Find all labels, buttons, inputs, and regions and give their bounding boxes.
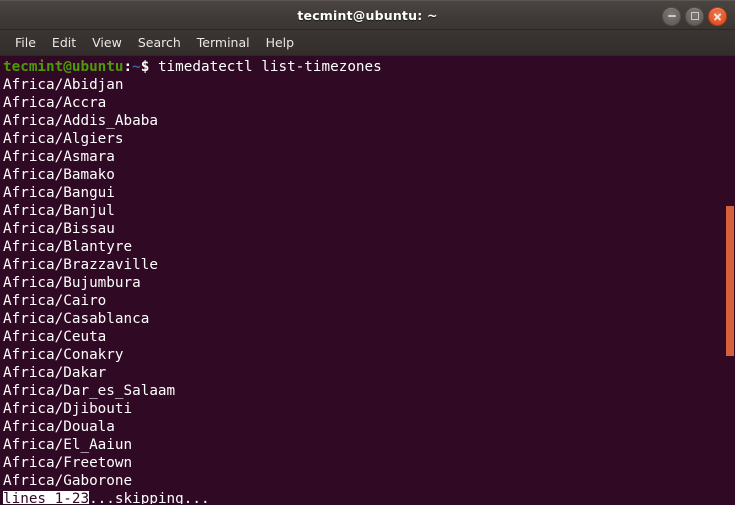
timezone-list-item: Africa/Djibouti — [3, 401, 133, 417]
prompt-path: ~ — [132, 59, 141, 75]
timezone-list-item: Africa/Brazzaville — [3, 257, 158, 273]
menu-item-file[interactable]: File — [7, 33, 44, 53]
pager-line-range: lines 1-23 — [3, 491, 90, 504]
timezone-list: Africa/Abidjan Africa/Accra Africa/Addis_A… — [3, 76, 735, 490]
minimize-icon — [667, 15, 676, 17]
menu-item-edit[interactable]: Edit — [44, 33, 84, 53]
terminal-window: tecmint@ubuntu: ~ File Edit View Search … — [0, 0, 735, 505]
timezone-list-item: Africa/Conakry — [3, 347, 124, 363]
menu-item-terminal[interactable]: Terminal — [189, 33, 258, 53]
window-controls — [662, 1, 727, 31]
timezone-list-item: Africa/Dakar — [3, 365, 107, 381]
window-title: tecmint@ubuntu: ~ — [297, 7, 438, 23]
menu-item-help[interactable]: Help — [258, 33, 303, 53]
timezone-list-item: Africa/Cairo — [3, 293, 107, 309]
terminal-scrollbar-track[interactable] — [725, 56, 735, 504]
timezone-list-item: Africa/Banjul — [3, 203, 115, 219]
timezone-list-item: Africa/Freetown — [3, 455, 133, 471]
timezone-list-item: Africa/Bissau — [3, 221, 115, 237]
prompt-user-host: tecmint@ubuntu — [3, 59, 124, 75]
timezone-list-item: Africa/Blantyre — [3, 239, 133, 255]
timezone-list-item: Africa/Accra — [3, 95, 107, 111]
pager-status-line: lines 1-23...skipping... — [3, 490, 735, 504]
timezone-list-item: Africa/El_Aaiun — [3, 437, 133, 453]
menu-item-view[interactable]: View — [84, 33, 130, 53]
window-titlebar[interactable]: tecmint@ubuntu: ~ — [0, 0, 735, 30]
timezone-list-item: Africa/Casablanca — [3, 311, 150, 327]
terminal-command: timedatectl list-timezones — [149, 59, 382, 75]
timezone-list-item: Africa/Ceuta — [3, 329, 107, 345]
timezone-list-item: Africa/Abidjan — [3, 77, 124, 93]
timezone-list-item: Africa/Algiers — [3, 131, 124, 147]
maximize-icon — [690, 12, 699, 20]
timezone-list-item: Africa/Gaborone — [3, 473, 133, 489]
timezone-list-item: Africa/Bujumbura — [3, 275, 141, 291]
menu-bar: File Edit View Search Terminal Help — [0, 30, 735, 56]
terminal-prompt-line: tecmint@ubuntu:~$ timedatectl list-timez… — [3, 58, 735, 76]
prompt-colon: : — [123, 59, 133, 75]
terminal-output-area[interactable]: tecmint@ubuntu:~$ timedatectl list-timez… — [0, 56, 735, 504]
timezone-list-item: Africa/Addis_Ababa — [3, 113, 158, 129]
timezone-list-item: Africa/Bangui — [3, 185, 115, 201]
timezone-list-item: Africa/Douala — [3, 419, 115, 435]
terminal-scrollbar-thumb[interactable] — [726, 206, 734, 356]
minimize-button[interactable] — [662, 6, 681, 26]
timezone-list-item: Africa/Asmara — [3, 149, 115, 165]
timezone-list-item: Africa/Dar_es_Salaam — [3, 383, 176, 399]
timezone-list-item: Africa/Bamako — [3, 167, 115, 183]
close-icon — [713, 12, 722, 21]
menu-item-search[interactable]: Search — [130, 33, 189, 53]
maximize-button[interactable] — [685, 6, 704, 26]
close-button[interactable] — [708, 6, 727, 26]
pager-skipping-text: ...skipping... — [89, 491, 210, 504]
